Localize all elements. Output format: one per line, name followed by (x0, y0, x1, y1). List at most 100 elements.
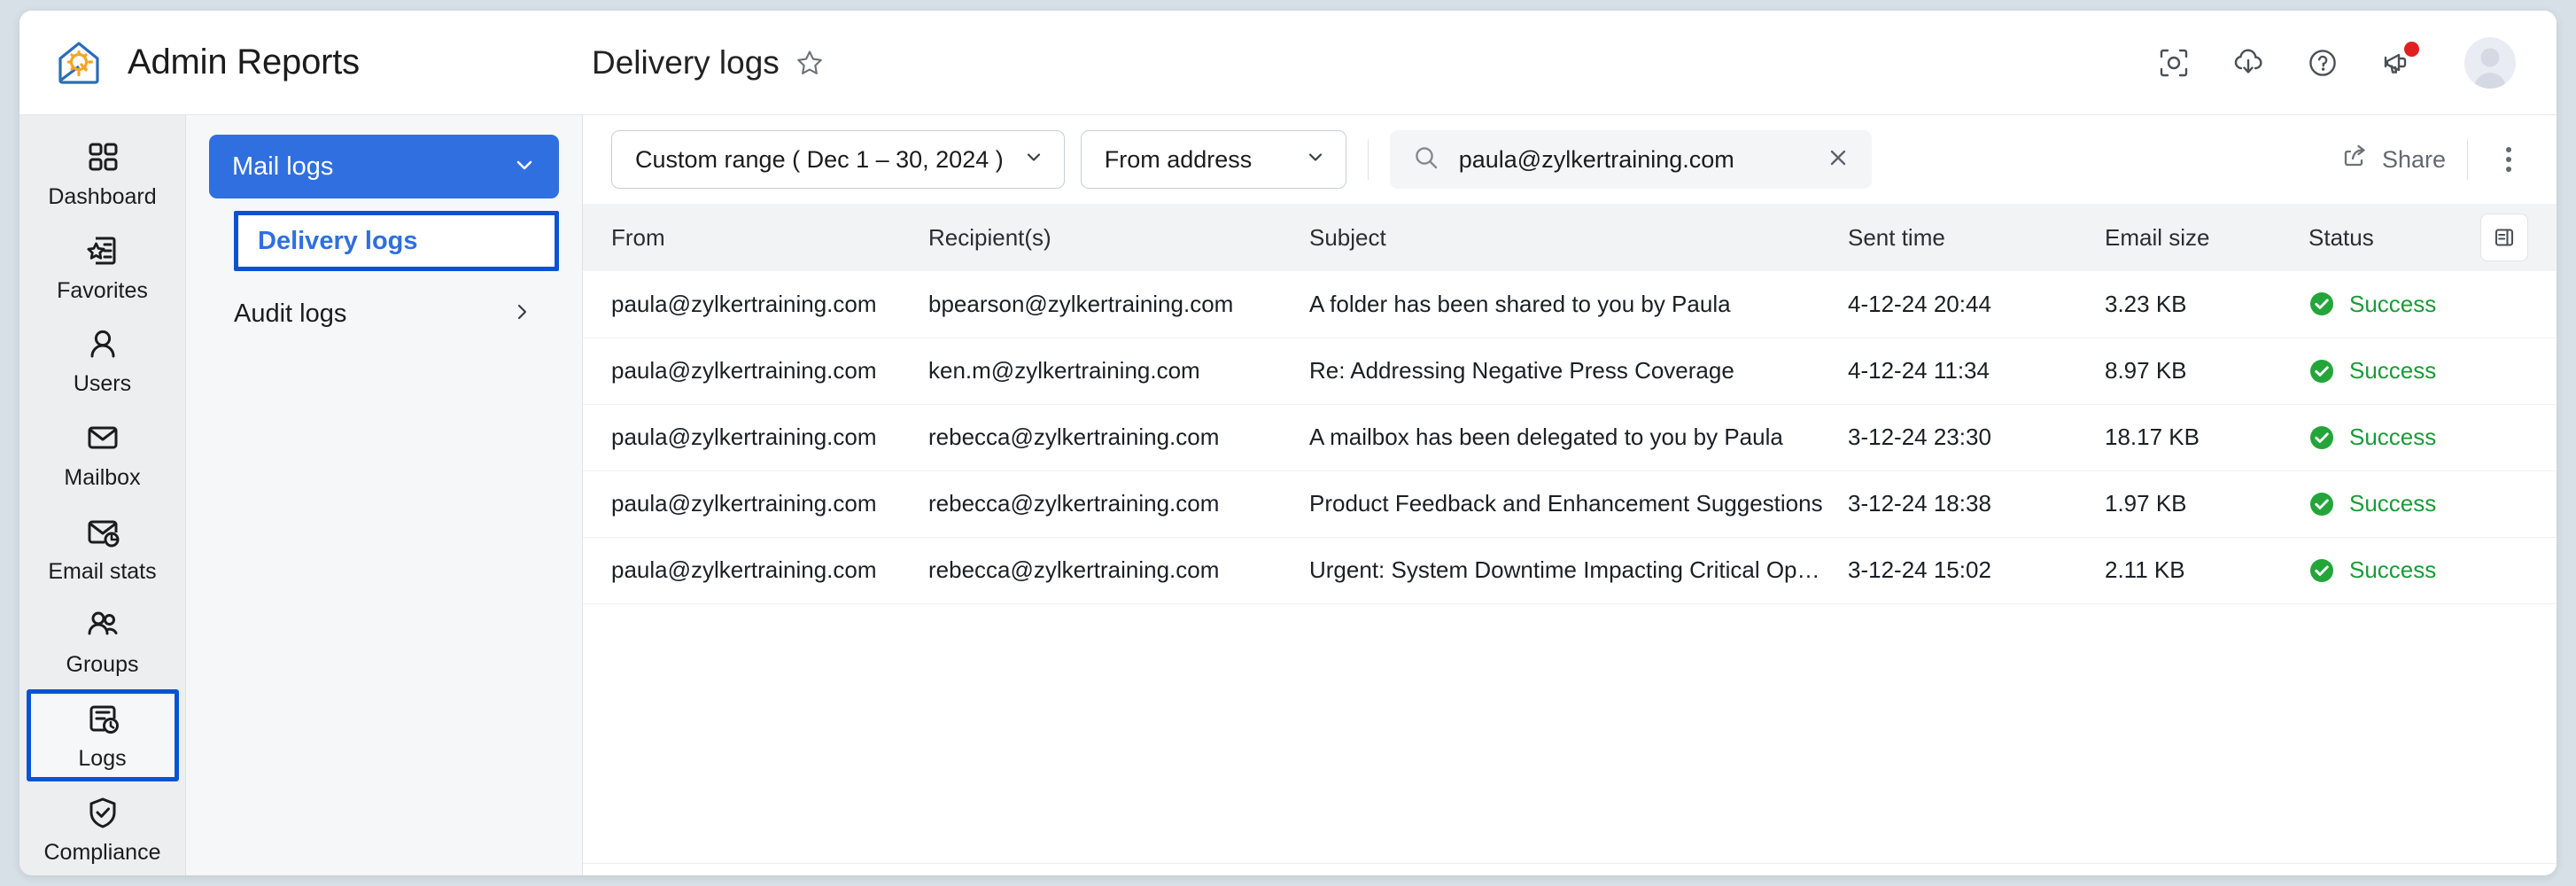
table-body: paula@zylkertraining.com bpearson@zylker… (583, 271, 2557, 603)
cell-email-size: 18.17 KB (2105, 424, 2200, 450)
table-row[interactable]: paula@zylkertraining.com rebecca@zylkert… (583, 537, 2557, 603)
column-header-status: Status (2300, 204, 2557, 271)
chevron-right-icon (511, 301, 532, 327)
sidebar-item-favorites[interactable]: Favorites (27, 222, 179, 314)
subnav-item-audit-logs[interactable]: Audit logs (209, 284, 559, 344)
filter-bar: Custom range ( Dec 1 – 30, 2024 ) From a… (583, 115, 2557, 204)
from-address-label: From address (1104, 145, 1253, 173)
success-check-icon (2308, 491, 2335, 517)
horizontal-scrollbar[interactable] (583, 863, 2557, 875)
search-icon (1413, 144, 1439, 175)
cell-recipients: rebecca@zylkertraining.com (928, 556, 1220, 583)
shield-check-icon (83, 793, 122, 832)
cell-subject: A mailbox has been delegated to you by P… (1309, 424, 1783, 450)
kebab-menu-icon[interactable] (2489, 140, 2528, 179)
sidebar-item-label: Compliance (43, 840, 161, 866)
cell-email-size: 2.11 KB (2105, 556, 2185, 583)
status-badge: Success (2349, 424, 2437, 450)
cell-subject: Product Feedback and Enhancement Suggest… (1309, 490, 1823, 517)
notification-badge (2404, 41, 2419, 57)
chevron-down-icon (1023, 146, 1044, 174)
sidebar-item-compliance[interactable]: Compliance (27, 783, 179, 875)
cell-subject: A folder has been shared to you by Paula (1309, 290, 1731, 317)
column-settings-icon[interactable] (2480, 214, 2528, 261)
brand-title: Admin Reports (128, 43, 360, 82)
main-content: Custom range ( Dec 1 – 30, 2024 ) From a… (583, 115, 2557, 875)
user-icon (83, 324, 122, 363)
sidebar-item-label: Mailbox (64, 464, 141, 490)
app-window: Admin Reports Delivery logs Dashboard Fa… (19, 11, 2557, 875)
cell-recipients: ken.m@zylkertraining.com (928, 357, 1200, 384)
cloud-download-icon[interactable] (2231, 45, 2266, 81)
cell-sent-time: 3-12-24 18:38 (1848, 490, 1991, 517)
table-row[interactable]: paula@zylkertraining.com bpearson@zylker… (583, 271, 2557, 338)
cell-from: paula@zylkertraining.com (611, 424, 877, 450)
page-title: Delivery logs (592, 43, 780, 81)
status-badge: Success (2349, 290, 2437, 317)
avatar[interactable] (2464, 36, 2516, 89)
cell-status: Success (2300, 271, 2557, 338)
sidebar-item-mailbox[interactable]: Mailbox (27, 408, 179, 501)
sidebar-item-label: Favorites (57, 277, 148, 303)
column-header-status-label: Status (2308, 223, 2374, 251)
brand: Admin Reports (19, 11, 562, 114)
close-icon[interactable] (1826, 145, 1851, 175)
cell-email-size: 8.97 KB (2105, 357, 2187, 384)
grid-icon (83, 137, 122, 176)
sidebar-item-dashboard[interactable]: Dashboard (27, 128, 179, 220)
table-row[interactable]: paula@zylkertraining.com ken.m@zylkertra… (583, 338, 2557, 404)
sidebar-item-groups[interactable]: Groups (27, 596, 179, 688)
chevron-down-icon (1305, 146, 1326, 174)
subnav-item-label: Audit logs (234, 299, 347, 328)
search-input[interactable] (1458, 145, 1806, 174)
logs-table-wrap: From Recipient(s) Subject Sent time Emai… (583, 204, 2557, 863)
search-box (1389, 130, 1872, 189)
table-header-row: From Recipient(s) Subject Sent time Emai… (583, 204, 2557, 271)
status-badge: Success (2349, 556, 2437, 583)
cell-sent-time: 3-12-24 15:02 (1848, 556, 1991, 583)
status-badge: Success (2349, 357, 2437, 384)
success-check-icon (2308, 291, 2335, 317)
cell-subject: Urgent: System Downtime Impacting Critic… (1309, 556, 1839, 583)
cell-recipients: rebecca@zylkertraining.com (928, 490, 1220, 517)
page-title-area: Delivery logs (562, 44, 2156, 82)
sidebar-item-label: Groups (66, 652, 139, 678)
column-header-email-size[interactable]: Email size (2096, 204, 2300, 271)
secondary-nav: Mail logs Delivery logs Audit logs (186, 115, 583, 875)
groups-icon (83, 605, 122, 644)
delivery-logs-table: From Recipient(s) Subject Sent time Emai… (583, 204, 2557, 604)
subnav-item-delivery-logs[interactable]: Delivery logs (234, 211, 559, 271)
date-range-label: Custom range ( Dec 1 – 30, 2024 ) (635, 145, 1004, 173)
body: Dashboard Favorites Users Mailbox Email … (19, 115, 2557, 875)
subnav-header-mail-logs[interactable]: Mail logs (209, 135, 559, 198)
column-header-from[interactable]: From (583, 204, 919, 271)
table-head: From Recipient(s) Subject Sent time Emai… (583, 204, 2557, 271)
column-header-sent-time[interactable]: Sent time (1839, 204, 2096, 271)
sidebar-item-logs[interactable]: Logs (26, 689, 179, 782)
sidebar-item-email-stats[interactable]: Email stats (27, 502, 179, 595)
screenshot-icon[interactable] (2156, 45, 2192, 81)
cell-status: Success (2300, 470, 2557, 537)
mail-chart-icon (83, 512, 122, 551)
chevron-down-icon (513, 153, 536, 181)
cell-status: Success (2300, 404, 2557, 470)
announcements-icon[interactable] (2379, 41, 2419, 81)
column-header-recipients[interactable]: Recipient(s) (919, 204, 1300, 271)
cell-from: paula@zylkertraining.com (611, 490, 877, 517)
share-icon (2341, 143, 2370, 177)
sidebar-item-users[interactable]: Users (27, 315, 179, 407)
star-doc-icon (83, 231, 122, 270)
table-row[interactable]: paula@zylkertraining.com rebecca@zylkert… (583, 470, 2557, 537)
cell-recipients: bpearson@zylkertraining.com (928, 290, 1234, 317)
date-range-filter[interactable]: Custom range ( Dec 1 – 30, 2024 ) (611, 130, 1065, 189)
cell-email-size: 3.23 KB (2105, 290, 2187, 317)
star-icon[interactable] (795, 49, 824, 77)
share-button[interactable]: Share (2341, 143, 2446, 177)
help-icon[interactable] (2305, 45, 2340, 81)
from-address-filter[interactable]: From address (1080, 130, 1346, 189)
success-check-icon (2308, 358, 2335, 385)
table-row[interactable]: paula@zylkertraining.com rebecca@zylkert… (583, 404, 2557, 470)
cell-sent-time: 4-12-24 20:44 (1848, 290, 1991, 317)
divider (1367, 139, 1369, 180)
column-header-subject[interactable]: Subject (1300, 204, 1839, 271)
